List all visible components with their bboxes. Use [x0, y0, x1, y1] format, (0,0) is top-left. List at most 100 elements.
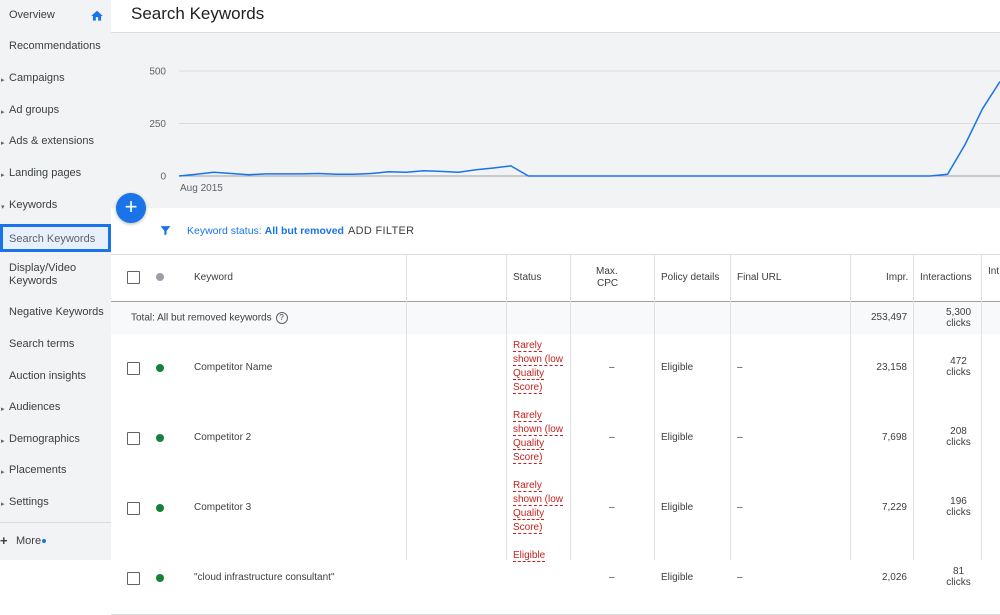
column-divider [981, 254, 982, 560]
column-header-extra[interactable]: Int [988, 266, 999, 277]
interactions-cell: 472 [950, 356, 967, 367]
table-row: Competitor 3 Rarely shown (low Quality Score… [111, 474, 1000, 545]
status-dot-header [156, 273, 164, 281]
sidebar-item-label: Auction insights [9, 370, 87, 382]
sidebar-item-auction-insights[interactable]: Auction insights [0, 370, 111, 383]
status-dot-enabled [156, 504, 164, 512]
final-url-cell: – [737, 362, 743, 373]
sidebar-item-label: Ad groups [9, 104, 60, 116]
max-cpc-cell: – [609, 362, 615, 373]
sidebar-item-placements[interactable]: ▸ Placements [0, 464, 111, 477]
column-header-max-cpc-line2[interactable]: CPC [597, 278, 618, 289]
keyword-status-filter[interactable]: Keyword status: All but removed [187, 225, 344, 237]
total-interactions-unit: clicks [946, 318, 971, 329]
max-cpc-cell: – [609, 572, 615, 583]
column-header-impr[interactable]: Impr. [886, 272, 908, 283]
final-url-cell: – [737, 502, 743, 513]
sidebar-item-label: Campaigns [9, 72, 65, 84]
sidebar-item-ad-groups[interactable]: ▸ Ad groups [0, 104, 111, 117]
y-tick-label: 500 [149, 67, 166, 78]
interactions-unit: clicks [946, 367, 971, 378]
sidebar: Overview Recommendations ▸ Campaigns ▸ Ad … [0, 0, 112, 560]
column-header-max-cpc[interactable]: Max. [596, 266, 618, 277]
sidebar-item-ads-extensions[interactable]: ▸ Ads & extensions [0, 135, 111, 148]
keyword-text[interactable]: "cloud infrastructure consultant" [194, 572, 335, 583]
performance-chart: 500 250 0 Aug 2015 [111, 33, 1000, 208]
sidebar-item-display-video-keywords[interactable]: Display/Video Keywords [0, 262, 95, 288]
policy-cell: Eligible [661, 572, 694, 583]
column-header-interactions[interactable]: Interactions [920, 272, 972, 283]
keyword-text[interactable]: Competitor Name [194, 362, 272, 373]
sidebar-item-audiences[interactable]: ▸ Audiences [0, 401, 111, 414]
status-line: shown (low [513, 424, 564, 436]
sidebar-item-keywords[interactable]: ▾ Keywords [0, 199, 111, 212]
table-header: Keyword Status Max. CPC Policy details F… [111, 254, 1000, 303]
sidebar-item-search-terms[interactable]: Search terms [0, 338, 111, 351]
status-line: Rarely [513, 480, 542, 492]
keyword-text[interactable]: Competitor 2 [194, 432, 251, 443]
final-url-cell: – [737, 432, 743, 443]
column-divider [570, 254, 571, 560]
status-cell[interactable]: Rarely shown (low Quality Score) [513, 479, 564, 535]
caret-right-icon: ▸ [1, 77, 5, 84]
filter-icon[interactable] [159, 224, 172, 237]
interactions-cell: 81 [952, 566, 965, 577]
column-header-keyword[interactable]: Keyword [194, 272, 233, 283]
x-tick-label: Aug 2015 [180, 183, 223, 194]
select-all-checkbox[interactable] [127, 271, 140, 284]
divider [0, 522, 111, 523]
sidebar-item-label: Display/Video Keywords [9, 262, 77, 287]
page-header: Search Keywords [111, 0, 1000, 33]
row-checkbox[interactable] [127, 432, 140, 445]
column-divider [406, 254, 407, 560]
filter-prefix: Keyword status: [187, 225, 265, 237]
y-tick-label: 250 [149, 119, 166, 130]
help-icon[interactable]: ? [275, 312, 288, 324]
max-cpc-cell: – [609, 432, 615, 443]
row-checkbox[interactable] [127, 502, 140, 515]
column-header-status[interactable]: Status [513, 272, 541, 283]
sidebar-item-search-keywords[interactable]: Search Keywords [0, 224, 111, 252]
column-divider [850, 254, 851, 560]
sidebar-item-settings[interactable]: ▸ Settings [0, 496, 111, 509]
caret-right-icon: ▸ [1, 109, 5, 116]
sidebar-item-recommendations[interactable]: Recommendations [0, 40, 111, 53]
column-header-final-url[interactable]: Final URL [737, 272, 781, 283]
sidebar-item-demographics[interactable]: ▸ Demographics [0, 433, 111, 446]
keyword-text[interactable]: Competitor 3 [194, 502, 251, 513]
status-cell[interactable]: Rarely shown (low Quality Score) [513, 339, 564, 395]
add-keyword-button[interactable]: + [116, 193, 146, 223]
sidebar-item-landing-pages[interactable]: ▸ Landing pages [0, 167, 111, 180]
home-icon[interactable] [90, 9, 104, 23]
column-header-policy[interactable]: Policy details [661, 272, 719, 283]
filter-value: All but removed [264, 225, 344, 237]
row-checkbox[interactable] [127, 362, 140, 375]
status-line: Eligible [513, 550, 546, 562]
more-plus-icon[interactable]: + [0, 533, 8, 548]
status-cell[interactable]: Eligible [513, 549, 546, 563]
interactions-cell: 196 [950, 496, 967, 507]
column-divider [654, 254, 655, 560]
interactions-unit: clicks [946, 577, 971, 588]
sidebar-item-label: Settings [9, 496, 49, 508]
table-row: Competitor Name Rarely shown (low Quality Sc… [111, 334, 1000, 405]
total-impr: 253,497 [871, 312, 908, 323]
sidebar-more-button[interactable]: More [16, 535, 41, 547]
sidebar-item-campaigns[interactable]: ▸ Campaigns [0, 72, 111, 85]
status-dot-enabled [156, 364, 164, 372]
policy-cell: Eligible [661, 362, 694, 373]
total-interactions: 5,300 [946, 307, 972, 318]
status-line: shown (low [513, 494, 564, 506]
add-filter-button[interactable]: ADD FILTER [348, 225, 414, 237]
sidebar-item-label: Audiences [9, 401, 61, 413]
series-line [178, 81, 1000, 177]
impr-cell: 23,158 [876, 362, 907, 373]
status-cell[interactable]: Rarely shown (low Quality Score) [513, 409, 564, 465]
status-dot-enabled [156, 434, 164, 442]
interactions-cell: 208 [950, 426, 967, 437]
table-row: "cloud infrastructure consultant" Eligibl… [111, 544, 1000, 615]
status-line: Quality [513, 508, 545, 520]
row-checkbox[interactable] [127, 572, 140, 585]
status-line: Score) [513, 452, 543, 464]
sidebar-item-negative-keywords[interactable]: Negative Keywords [0, 306, 111, 319]
